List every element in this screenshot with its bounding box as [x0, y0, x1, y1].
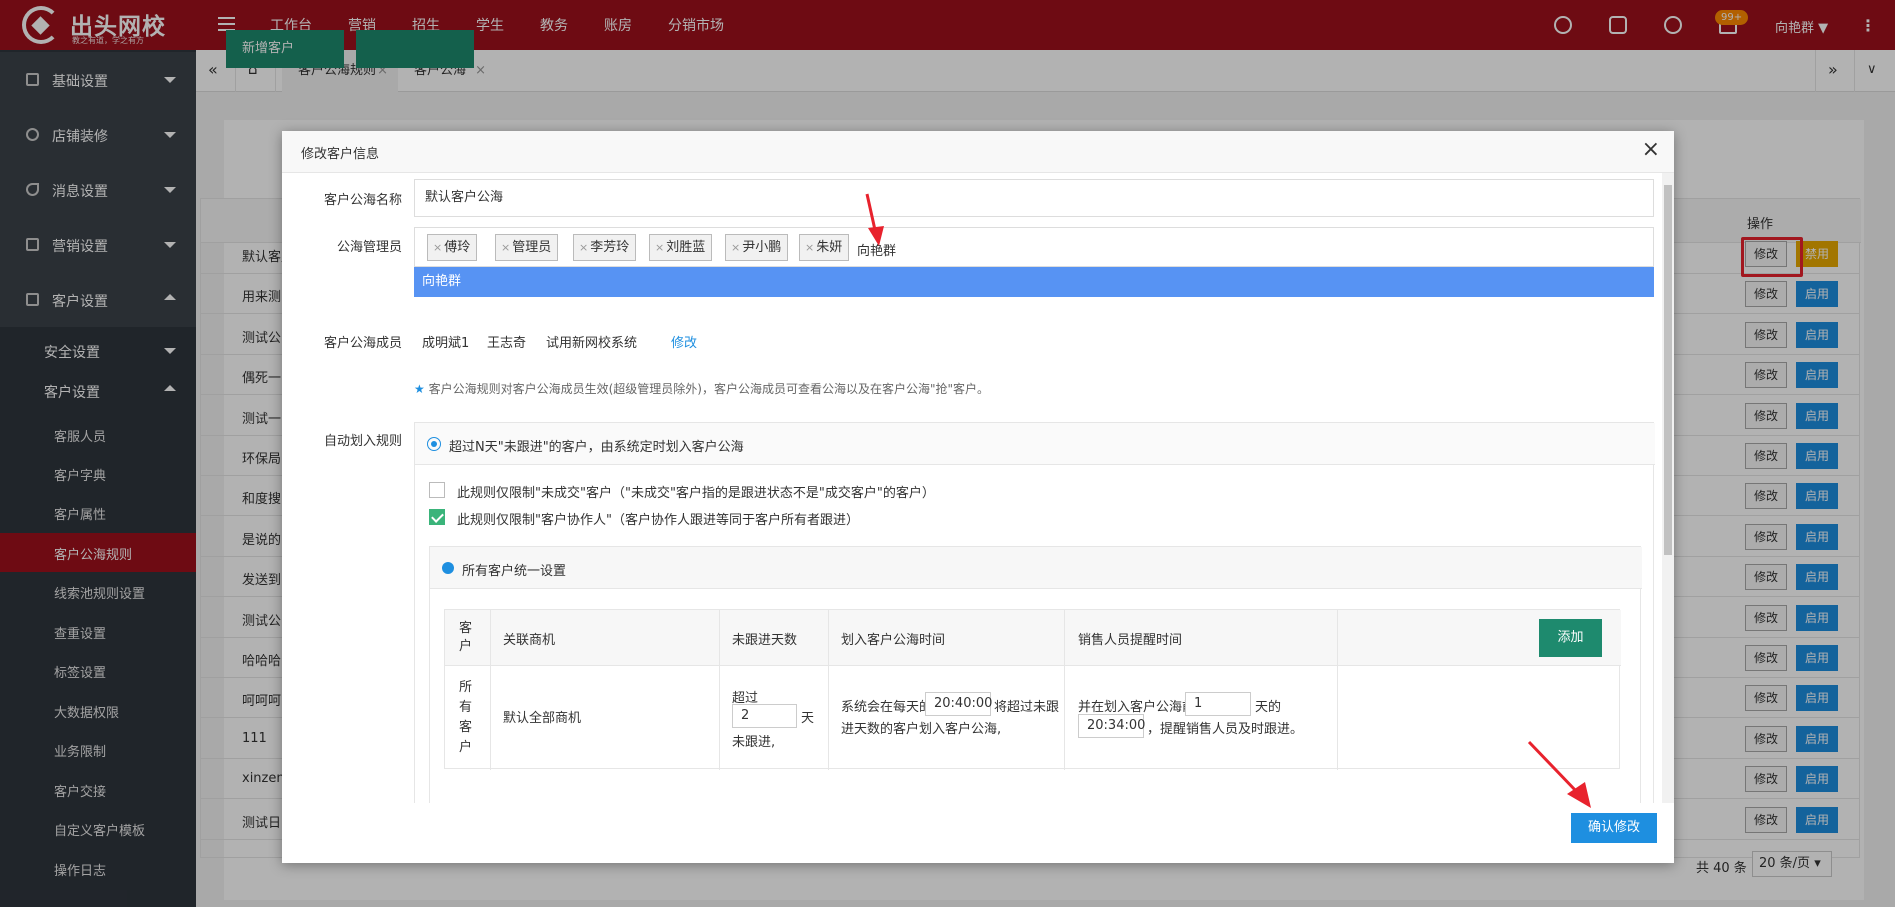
remind-days-input[interactable]: 1 — [1185, 692, 1251, 716]
column-divider — [719, 610, 720, 770]
manager-tag[interactable]: × 李芳玲 — [573, 234, 637, 261]
pool-time-suffix2: 进天数的客户划入客户公海, — [841, 722, 1002, 737]
rule-label: 自动划入规则 — [323, 434, 402, 449]
remove-icon[interactable]: × — [805, 241, 814, 254]
managers-label: 公海管理员 — [336, 240, 402, 255]
close-icon[interactable]: × — [1642, 137, 1660, 162]
member-name: 成明斌1 — [422, 336, 470, 351]
header-opportunity: 关联商机 — [503, 633, 556, 648]
add-rule-button[interactable]: 添加 — [1539, 619, 1602, 657]
tag-label: 管理员 — [512, 240, 552, 255]
uniform-setting-panel: 所有客户统一设置 客户 关联商机 未跟进天数 划入客户公海时间 销售人员提醒时间… — [429, 546, 1642, 803]
remove-icon[interactable]: × — [579, 241, 588, 254]
members-hint: ★ 客户公海规则对客户公海成员生效(超级管理员除外)，客户公海成员可查看公海以及… — [414, 380, 989, 397]
member-name: 王志奇 — [487, 336, 527, 351]
modal-scrollbar[interactable] — [1662, 173, 1674, 803]
tag-label: 朱妍 — [816, 240, 843, 255]
modal-header: 修改客户信息 × — [282, 131, 1674, 173]
annotation-arrow — [865, 193, 884, 246]
pool-time-prefix: 系统会在每天的 — [841, 700, 933, 715]
tag-label: 刘胜蓝 — [666, 240, 706, 255]
remove-icon[interactable]: × — [655, 241, 664, 254]
tag-label: 李芳玲 — [590, 240, 630, 255]
rule-box: 超过N天"未跟进"的客户，由系统定时划入客户公海 此规则仅限制"未成交"客户（"… — [414, 422, 1655, 803]
limit-unclosed-checkbox[interactable] — [429, 482, 445, 498]
days-input[interactable]: 2 — [732, 704, 797, 728]
manager-tag[interactable]: × 朱妍 — [799, 234, 850, 261]
dropdown-option[interactable]: 向艳群 — [414, 267, 1654, 297]
manager-tag[interactable]: × 管理员 — [495, 234, 559, 261]
row-customer: 所有客户 — [459, 680, 473, 755]
hint-text: 客户公海规则对客户公海成员生效(超级管理员除外)，客户公海成员可查看公海以及在客… — [428, 382, 990, 396]
confirm-button[interactable]: 确认修改 — [1571, 813, 1657, 843]
manager-tag[interactable]: × 傅玲 — [427, 234, 478, 261]
pool-name-input[interactable]: 默认客户公海 — [414, 179, 1654, 217]
column-divider — [1337, 610, 1338, 770]
star-icon: ★ — [414, 382, 425, 396]
member-name: 试用新网校系统 — [546, 336, 638, 351]
scrollbar-thumb[interactable] — [1664, 185, 1672, 555]
members-label: 客户公海成员 — [323, 336, 402, 351]
remind-time-input[interactable]: 20:34:00 — [1078, 714, 1145, 738]
remind-prefix: 并在划入客户公海前 — [1078, 700, 1196, 715]
edit-modal: 修改客户信息 × 客户公海名称 默认客户公海 公海管理员 × 傅玲 × 管理员 × 李… — [282, 131, 1674, 863]
manager-tag[interactable]: × 尹小鹏 — [725, 234, 789, 261]
rule-option[interactable]: 超过N天"未跟进"的客户，由系统定时划入客户公海 — [415, 423, 1655, 465]
remind-unit: 天的 — [1255, 700, 1282, 715]
header-customer: 客户 — [459, 621, 473, 654]
days-unit: 天 — [801, 711, 815, 726]
modal-body: 客户公海名称 默认客户公海 公海管理员 × 傅玲 × 管理员 × 李芳玲 × 刘胜蓝 ×… — [282, 173, 1674, 803]
remove-icon[interactable]: × — [501, 241, 510, 254]
manager-tag[interactable]: × 刘胜蓝 — [649, 234, 713, 261]
annotation-arrow — [1527, 740, 1591, 808]
rule-table: 客户 关联商机 未跟进天数 划入客户公海时间 销售人员提醒时间 添加 所有客户 … — [444, 609, 1621, 770]
edit-members-link[interactable]: 修改 — [671, 332, 697, 351]
rule-option-label: 超过N天"未跟进"的客户，由系统定时划入客户公海 — [449, 440, 744, 455]
uniform-setting-header[interactable]: 所有客户统一设置 — [430, 547, 1642, 589]
modal-footer: 确认修改 — [282, 803, 1674, 863]
check-circle-icon — [442, 562, 454, 574]
column-divider — [1064, 610, 1065, 770]
modal-title: 修改客户信息 — [301, 147, 380, 162]
tag-label: 尹小鹏 — [742, 240, 782, 255]
remind-suffix: ，提醒销售人员及时跟进。 — [1147, 722, 1304, 737]
header-pool-time: 划入客户公海时间 — [841, 633, 946, 648]
remove-icon[interactable]: × — [731, 241, 740, 254]
pool-time-suffix: 将超过未跟 — [994, 700, 1060, 715]
header-days: 未跟进天数 — [732, 633, 798, 648]
name-label: 客户公海名称 — [323, 193, 402, 208]
limit-unclosed-label: 此规则仅限制"未成交"客户（"未成交"客户指的是跟进状态不是"成交客户"的客户） — [457, 486, 935, 501]
pool-time-input[interactable]: 20:40:00 — [925, 692, 992, 716]
column-divider — [828, 610, 829, 770]
radio-selected-icon[interactable] — [427, 437, 441, 451]
remove-icon[interactable]: × — [433, 241, 442, 254]
limit-collaborator-checkbox[interactable] — [429, 509, 445, 525]
tag-label: 傅玲 — [444, 240, 471, 255]
uniform-setting-label: 所有客户统一设置 — [462, 564, 567, 579]
row-opportunity: 默认全部商机 — [503, 711, 582, 726]
managers-select[interactable]: × 傅玲 × 管理员 × 李芳玲 × 刘胜蓝 × 尹小鹏 × 朱妍 向艳群 — [414, 227, 1654, 267]
header-remind-time: 销售人员提醒时间 — [1078, 633, 1183, 648]
limit-collaborator-label: 此规则仅限制"客户协作人"（客户协作人跟进等同于客户所有者跟进） — [457, 513, 859, 528]
column-divider — [490, 610, 491, 770]
rule-table-header: 客户 关联商机 未跟进天数 划入客户公海时间 销售人员提醒时间 添加 — [445, 610, 1621, 666]
days-suffix: 未跟进, — [732, 735, 776, 750]
